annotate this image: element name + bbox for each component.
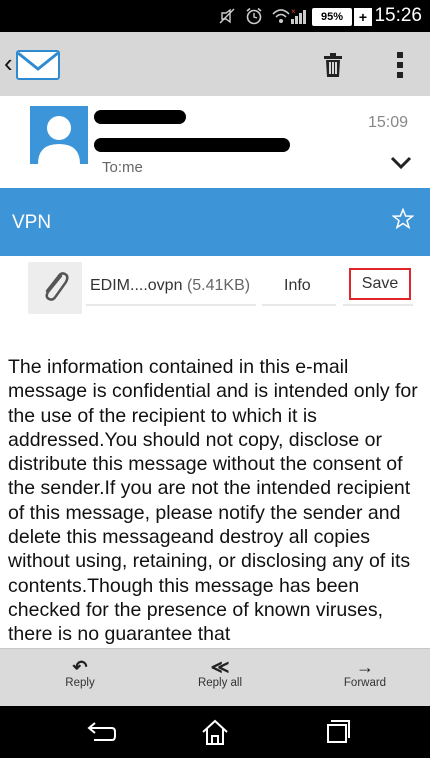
signal-icon: × bbox=[291, 7, 306, 24]
divider bbox=[262, 304, 336, 306]
reply-icon: ↶ bbox=[72, 657, 88, 677]
divider bbox=[86, 304, 256, 306]
subject-bar: VPN bbox=[0, 188, 430, 256]
paperclip-icon bbox=[45, 272, 69, 301]
home-icon[interactable] bbox=[200, 718, 230, 746]
trash-icon[interactable] bbox=[322, 52, 344, 78]
navigation-bar bbox=[0, 706, 430, 758]
message-time: 15:09 bbox=[367, 114, 408, 131]
reply-all-button[interactable]: ≪ Reply all bbox=[185, 657, 255, 689]
reply-label: Reply bbox=[65, 677, 95, 689]
mute-icon bbox=[219, 8, 235, 24]
forward-icon: → bbox=[356, 657, 374, 677]
attachment-row: EDIM....ovpn (5.41KB) Info Save bbox=[0, 256, 430, 318]
reply-all-icon: ≪ bbox=[210, 657, 230, 677]
avatar[interactable] bbox=[30, 106, 88, 164]
forward-button[interactable]: → Forward bbox=[330, 657, 400, 689]
overflow-menu-icon[interactable] bbox=[395, 50, 405, 80]
battery-indicator: 95% bbox=[312, 8, 352, 26]
redacted-sender bbox=[94, 110, 186, 124]
recents-icon[interactable] bbox=[322, 718, 352, 746]
charging-indicator: + bbox=[354, 8, 372, 26]
star-icon[interactable] bbox=[392, 208, 414, 230]
nav-back-icon[interactable] bbox=[84, 718, 118, 746]
alarm-icon bbox=[246, 7, 262, 25]
reply-button[interactable]: ↶ Reply bbox=[50, 657, 110, 689]
info-button[interactable]: Info bbox=[284, 277, 311, 295]
action-bar: ‹ bbox=[0, 32, 430, 96]
forward-label: Forward bbox=[343, 677, 387, 689]
chevron-down-icon[interactable] bbox=[390, 156, 412, 170]
divider bbox=[343, 304, 413, 306]
recipient-label: To:me bbox=[102, 159, 143, 176]
status-bar: × 95% + 15:26 bbox=[0, 0, 430, 32]
mail-app-icon[interactable] bbox=[16, 50, 60, 80]
wifi-icon bbox=[272, 9, 290, 23]
message-header: To:me 15:09 bbox=[0, 96, 430, 188]
reply-bar: ↶ Reply ≪ Reply all → Forward bbox=[0, 648, 430, 707]
subject-title: VPN bbox=[12, 212, 52, 233]
redacted-address bbox=[94, 138, 290, 152]
message-body: The information contained in this e-mail… bbox=[8, 356, 418, 646]
reply-all-label: Reply all bbox=[197, 677, 243, 689]
back-icon[interactable]: ‹ bbox=[4, 50, 13, 76]
attachment-name: EDIM....ovpn bbox=[90, 277, 183, 294]
status-time: 15:26 bbox=[374, 5, 422, 26]
attachment-filename[interactable]: EDIM....ovpn (5.41KB) bbox=[90, 277, 250, 295]
attachment-thumbnail[interactable] bbox=[28, 262, 82, 314]
svg-text:×: × bbox=[291, 7, 296, 16]
attachment-size: (5.41KB) bbox=[186, 277, 251, 294]
save-button[interactable]: Save bbox=[349, 268, 411, 300]
